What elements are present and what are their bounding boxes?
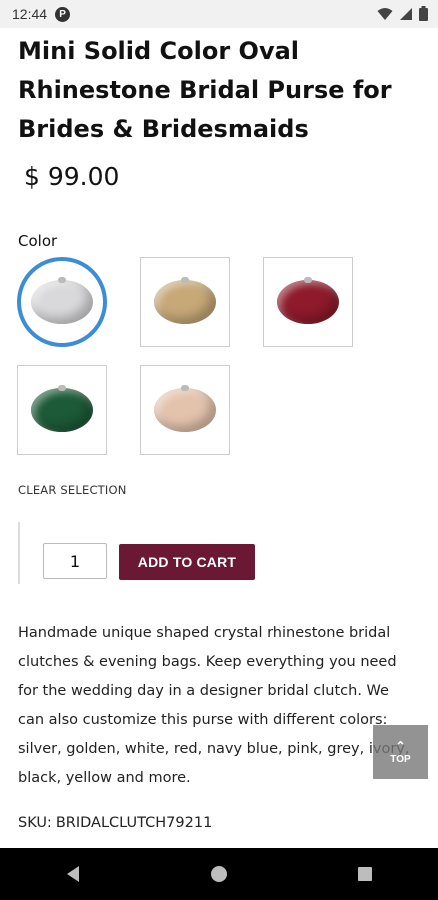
- color-swatch-gold[interactable]: [140, 257, 230, 347]
- color-swatch-silver[interactable]: [17, 257, 107, 347]
- quantity-input[interactable]: [43, 543, 107, 579]
- battery-icon: [419, 6, 428, 21]
- product-title: Mini Solid Color Oval Rhinestone Bridal …: [18, 37, 392, 143]
- chevron-up-icon: ⌃: [395, 738, 406, 753]
- clear-selection-link[interactable]: CLEAR SELECTION: [18, 483, 127, 497]
- swatch-purse-image: [277, 277, 339, 324]
- swatch-purse-image: [31, 385, 93, 432]
- back-icon: [67, 866, 79, 882]
- swatch-purse-image: [31, 277, 93, 324]
- add-to-cart-button[interactable]: ADD TO CART: [119, 544, 255, 580]
- product-price: $ 99.00: [24, 162, 120, 191]
- product-description: Handmade unique shaped crystal rhineston…: [18, 625, 410, 786]
- back-button[interactable]: [53, 854, 93, 894]
- recents-button[interactable]: [345, 854, 385, 894]
- home-icon: [211, 866, 227, 882]
- swatch-purse-image: [154, 385, 216, 432]
- color-swatch-red[interactable]: [263, 257, 353, 347]
- status-time: 12:44: [12, 6, 48, 22]
- back-to-top-button[interactable]: ⌃ TOP: [373, 725, 428, 779]
- recents-icon: [358, 867, 372, 881]
- home-button[interactable]: [199, 854, 239, 894]
- signal-icon: [400, 7, 412, 20]
- color-swatch-blush[interactable]: [140, 365, 230, 455]
- status-icons: [377, 6, 428, 21]
- sku-line: SKU: BRIDALCLUTCH79211: [18, 815, 212, 831]
- top-label: TOP: [390, 753, 411, 765]
- app-notification-icon: P: [55, 6, 71, 22]
- status-bar: 12:44 P: [0, 0, 438, 28]
- color-swatch-green[interactable]: [17, 365, 107, 455]
- sku-label: SKU:: [18, 815, 52, 831]
- color-label: Color: [18, 232, 58, 250]
- navigation-bar: [0, 848, 438, 900]
- cart-divider: [18, 522, 20, 584]
- sku-value: BRIDALCLUTCH79211: [55, 815, 213, 831]
- wifi-icon: [377, 7, 393, 20]
- swatch-purse-image: [154, 277, 216, 324]
